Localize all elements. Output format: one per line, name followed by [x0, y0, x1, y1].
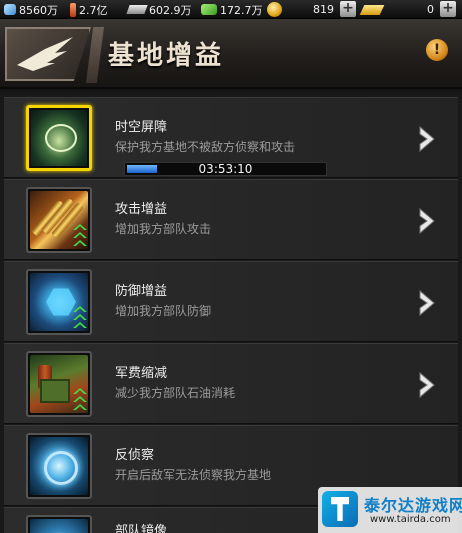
list-item-military-cost-reduction[interactable]: 军费缩减 减少我方部队石油消耗 — [4, 343, 458, 424]
item-description: 保护我方基地不被敌方侦察和攻击 — [115, 140, 296, 154]
upgrade-arrows-icon — [73, 224, 87, 248]
resource-money: 172.7万 — [201, 2, 263, 17]
add-gold-button[interactable]: + — [440, 1, 456, 17]
upgrade-arrows-icon — [73, 388, 87, 412]
mirror-icon — [30, 519, 88, 533]
timer-text: 03:53:10 — [198, 162, 253, 176]
exclamation-icon: ! — [433, 42, 441, 58]
item-description: 减少我方部队石油消耗 — [115, 386, 236, 400]
list-item-time-barrier[interactable]: 时空屏障 保护我方基地不被敌方侦察和攻击 03:53:10 — [4, 97, 458, 178]
resource-bar: 8560万 2.7亿 602.9万 172.7万 819 + 0 + — [0, 0, 462, 19]
item-icon-frame[interactable] — [26, 187, 92, 253]
item-name: 时空屏障 — [115, 120, 168, 135]
item-description: 开启后敌军无法侦察我方基地 — [115, 468, 272, 482]
resource-coin — [267, 2, 285, 17]
resource-coin-value: 819 — [313, 3, 334, 16]
item-description: 增加我方部队攻击 — [115, 222, 212, 236]
watermark-text: 泰尔达游戏网 — [364, 496, 462, 515]
radar-ring-icon — [30, 437, 88, 495]
header-divider — [86, 27, 104, 83]
upgrade-arrows-icon — [73, 306, 87, 330]
resource-money-value: 172.7万 — [220, 3, 263, 17]
resource-gold — [359, 2, 385, 17]
gold-bar-icon — [359, 4, 385, 15]
resource-crystal-value: 8560万 — [19, 3, 58, 17]
resource-oil-value: 2.7亿 — [79, 3, 108, 17]
coin-icon — [267, 2, 282, 17]
item-description: 增加我方部队防御 — [115, 304, 212, 318]
resource-crystal: 8560万 — [4, 2, 58, 17]
resource-gold-value: 0 — [427, 3, 434, 16]
info-button[interactable]: ! — [426, 39, 448, 61]
item-name: 攻击增益 — [115, 202, 168, 217]
item-icon-frame[interactable] — [26, 105, 92, 171]
site-watermark: 泰尔达游戏网 www.tairda.com — [318, 487, 462, 533]
steel-icon — [126, 5, 148, 14]
chevron-right-icon[interactable] — [416, 125, 438, 153]
chevron-right-icon[interactable] — [416, 207, 438, 235]
page-title: 基地增益 — [108, 41, 225, 71]
item-icon-frame[interactable] — [26, 269, 92, 335]
item-name: 反侦察 — [115, 448, 155, 463]
resource-coin-amount: 819 — [304, 2, 334, 17]
chevron-right-icon[interactable] — [416, 371, 438, 399]
add-coin-button[interactable]: + — [340, 1, 356, 17]
item-icon-frame[interactable] — [26, 515, 92, 533]
eagle-emblem-icon[interactable] — [5, 27, 91, 81]
buff-list: 时空屏障 保护我方基地不被敌方侦察和攻击 03:53:10 攻击增益 增加我方部… — [0, 91, 462, 533]
resource-steel-value: 602.9万 — [149, 3, 192, 17]
list-item-defense-buff[interactable]: 防御增益 增加我方部队防御 — [4, 261, 458, 342]
resource-oil: 2.7亿 — [70, 2, 108, 17]
list-item-attack-buff[interactable]: 攻击增益 增加我方部队攻击 — [4, 179, 458, 260]
item-icon-frame[interactable] — [26, 433, 92, 499]
page-header: 基地增益 ! — [0, 19, 462, 89]
money-icon — [201, 4, 217, 15]
watermark-url: www.tairda.com — [370, 514, 451, 525]
oil-icon — [70, 2, 76, 17]
site-logo-icon — [322, 491, 358, 527]
base-shield-icon — [31, 110, 87, 166]
resource-steel: 602.9万 — [126, 2, 192, 17]
item-name: 防御增益 — [115, 284, 168, 299]
shield-timer-progress: 03:53:10 — [124, 162, 327, 176]
item-name: 部队镜像 — [115, 524, 168, 533]
chevron-right-icon[interactable] — [416, 289, 438, 317]
item-name: 军费缩减 — [115, 366, 168, 381]
item-icon-frame[interactable] — [26, 351, 92, 417]
resource-gold-amount: 0 — [408, 2, 434, 17]
crystal-icon — [4, 4, 16, 15]
